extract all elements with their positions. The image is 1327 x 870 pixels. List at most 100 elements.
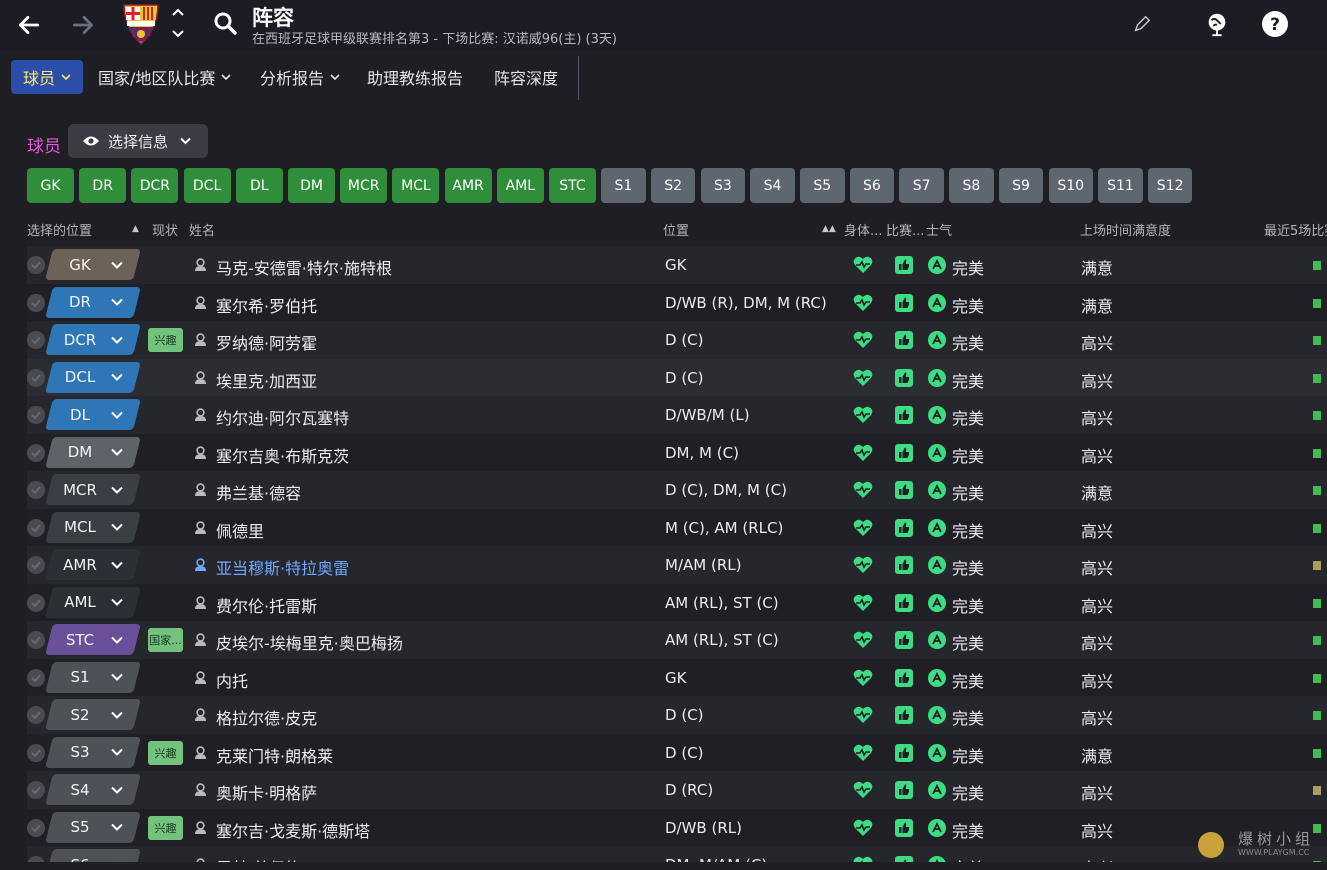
select-check-icon[interactable] bbox=[27, 293, 45, 312]
player-name[interactable]: 塞尔吉奥·布斯克茨 bbox=[216, 443, 349, 467]
club-switch-icon[interactable] bbox=[168, 6, 188, 40]
select-check-icon[interactable] bbox=[27, 781, 45, 799]
select-check-icon[interactable] bbox=[27, 856, 45, 862]
position-chip-s8[interactable]: S8 bbox=[949, 168, 994, 203]
close-icon[interactable] bbox=[1316, 10, 1327, 38]
slot-selector[interactable]: DCL bbox=[55, 362, 137, 393]
position-chip-s4[interactable]: S4 bbox=[750, 168, 795, 203]
menu-analysis[interactable]: 分析报告 bbox=[248, 60, 352, 94]
back-arrow-icon[interactable] bbox=[12, 8, 46, 42]
player-name[interactable]: 佩德里 bbox=[216, 518, 264, 542]
slot-selector[interactable]: DR bbox=[55, 287, 137, 318]
slot-selector[interactable]: AMR bbox=[55, 549, 137, 580]
table-row[interactable]: S3 兴趣 克莱门特·朗格莱 D (C) 完美 满意 bbox=[27, 733, 1327, 771]
slot-selector[interactable]: S4 bbox=[55, 774, 137, 805]
position-chip-mcr[interactable]: MCR bbox=[340, 168, 388, 203]
select-check-icon[interactable] bbox=[27, 706, 45, 724]
menu-players[interactable]: 球员 bbox=[11, 60, 84, 94]
table-row[interactable]: DM 塞尔吉奥·布斯克茨 DM, M (C) 完美 高兴 bbox=[27, 433, 1327, 471]
position-chip-gk[interactable]: GK bbox=[27, 168, 74, 203]
position-chip-s2[interactable]: S2 bbox=[650, 168, 696, 203]
menu-international[interactable]: 国家/地区队比赛 bbox=[86, 60, 243, 94]
table-row[interactable]: DCR 兴趣 罗纳德·阿劳霍 D (C) 完美 高兴 bbox=[27, 321, 1327, 359]
player-name[interactable]: 罗纳德·阿劳霍 bbox=[216, 330, 317, 354]
position-chip-aml[interactable]: AML bbox=[496, 168, 544, 203]
header-position[interactable]: 位置 bbox=[663, 220, 689, 239]
select-check-icon[interactable] bbox=[27, 668, 45, 687]
edit-icon[interactable] bbox=[1128, 10, 1156, 38]
slot-selector[interactable]: S2 bbox=[55, 699, 137, 730]
select-check-icon[interactable] bbox=[27, 256, 45, 274]
table-row[interactable]: S6 里基·普伊格 DM, M/AM (C) 完美 高兴 bbox=[27, 846, 1327, 862]
select-check-icon[interactable] bbox=[27, 556, 45, 574]
slot-selector[interactable]: S3 bbox=[55, 737, 137, 768]
position-chip-s9[interactable]: S9 bbox=[998, 168, 1044, 203]
table-row[interactable]: DR 塞尔希·罗伯托 D/WB (R), DM, M (RC) 完美 满意 bbox=[27, 283, 1327, 321]
select-check-icon[interactable] bbox=[27, 631, 45, 649]
slot-selector[interactable]: GK bbox=[55, 249, 137, 280]
position-chip-s11[interactable]: S11 bbox=[1098, 168, 1143, 203]
select-check-icon[interactable] bbox=[27, 331, 45, 349]
player-name[interactable]: 亚当穆斯·特拉奥雷 bbox=[216, 555, 349, 579]
table-row[interactable]: AMR 亚当穆斯·特拉奥雷 M/AM (RL) 完美 高兴 bbox=[27, 546, 1327, 584]
player-name[interactable]: 内托 bbox=[216, 668, 248, 692]
position-chip-stc[interactable]: STC bbox=[549, 168, 596, 203]
position-chip-mcl[interactable]: MCL bbox=[392, 168, 440, 203]
select-check-icon[interactable] bbox=[27, 818, 45, 837]
slot-selector[interactable]: DCR bbox=[55, 324, 137, 355]
status-badge[interactable]: 兴趣 bbox=[148, 815, 183, 840]
view-select-dropdown[interactable]: 选择信息 bbox=[68, 124, 208, 158]
table-row[interactable]: STC 国家... 皮埃尔-埃梅里克·奥巴梅扬 AM (RL), ST (C) 完美 高兴 bbox=[27, 621, 1327, 659]
player-name[interactable]: 约尔迪·阿尔瓦塞特 bbox=[216, 405, 349, 429]
player-name[interactable]: 弗兰基·德容 bbox=[216, 480, 301, 504]
header-match-sharpness[interactable]: 比赛... bbox=[886, 220, 924, 239]
forward-arrow-icon[interactable] bbox=[66, 8, 100, 42]
table-row[interactable]: GK 马克-安德雷·特尔·施特根 GK 完美 满意 bbox=[27, 246, 1327, 284]
status-badge[interactable]: 兴趣 bbox=[148, 328, 183, 352]
table-row[interactable]: S1 内托 GK 完美 高兴 bbox=[27, 658, 1327, 696]
slot-selector[interactable]: STC bbox=[55, 624, 137, 655]
header-condition[interactable]: 身体... bbox=[844, 220, 884, 239]
position-chip-dl[interactable]: DL bbox=[235, 168, 283, 203]
slot-selector[interactable]: DL bbox=[55, 399, 137, 430]
table-row[interactable]: DL 约尔迪·阿尔瓦塞特 D/WB/M (L) 完美 高兴 bbox=[27, 396, 1327, 434]
position-chip-dr[interactable]: DR bbox=[79, 168, 127, 203]
position-chip-amr[interactable]: AMR bbox=[444, 168, 492, 203]
slot-selector[interactable]: AML bbox=[55, 587, 137, 618]
position-chip-s1[interactable]: S1 bbox=[601, 168, 646, 203]
position-chip-s3[interactable]: S3 bbox=[700, 168, 746, 203]
slot-selector[interactable]: S1 bbox=[55, 662, 137, 693]
club-crest-icon[interactable] bbox=[120, 2, 162, 46]
select-check-icon[interactable] bbox=[27, 481, 45, 499]
player-name[interactable]: 皮埃尔-埃梅里克·奥巴梅扬 bbox=[216, 630, 403, 654]
player-name[interactable]: 塞尔希·罗伯托 bbox=[216, 293, 317, 317]
position-chip-s12[interactable]: S12 bbox=[1147, 168, 1193, 203]
position-chip-s10[interactable]: S10 bbox=[1048, 168, 1093, 203]
help-icon[interactable]: ? bbox=[1261, 10, 1289, 38]
table-row[interactable]: S5 兴趣 塞尔吉·戈麦斯·德斯塔 D/WB (RL) 完美 高兴 bbox=[27, 808, 1327, 846]
player-name[interactable]: 里基·普伊格 bbox=[216, 855, 301, 862]
header-morale[interactable]: 士气 bbox=[926, 220, 952, 239]
player-name[interactable]: 埃里克·加西亚 bbox=[216, 368, 317, 392]
search-icon[interactable] bbox=[212, 10, 240, 38]
position-chip-dm[interactable]: DM bbox=[288, 168, 335, 203]
header-playing-time[interactable]: 上场时间满意度 bbox=[1080, 220, 1171, 239]
position-chip-dcr[interactable]: DCR bbox=[131, 168, 179, 203]
select-check-icon[interactable] bbox=[27, 443, 45, 462]
slot-selector[interactable]: MCR bbox=[55, 474, 137, 505]
globe-icon[interactable] bbox=[1203, 10, 1231, 38]
select-check-icon[interactable] bbox=[27, 368, 45, 387]
player-name[interactable]: 格拉尔德·皮克 bbox=[216, 705, 317, 729]
player-name[interactable]: 马克-安德雷·特尔·施特根 bbox=[216, 255, 392, 279]
select-check-icon[interactable] bbox=[27, 406, 45, 424]
slot-selector[interactable]: MCL bbox=[55, 512, 137, 543]
table-row[interactable]: AML 费尔伦·托雷斯 AM (RL), ST (C) 完美 高兴 bbox=[27, 583, 1327, 621]
menu-squad-depth[interactable]: 阵容深度 bbox=[482, 60, 570, 94]
select-check-icon[interactable] bbox=[27, 593, 45, 612]
player-name[interactable]: 塞尔吉·戈麦斯·德斯塔 bbox=[216, 818, 370, 842]
position-chip-dcl[interactable]: DCL bbox=[183, 168, 231, 203]
header-name[interactable]: 姓名 bbox=[189, 220, 215, 239]
player-name[interactable]: 费尔伦·托雷斯 bbox=[216, 593, 317, 617]
position-chip-s6[interactable]: S6 bbox=[849, 168, 895, 203]
table-row[interactable]: MCR 弗兰基·德容 D (C), DM, M (C) 完美 满意 bbox=[27, 471, 1327, 509]
